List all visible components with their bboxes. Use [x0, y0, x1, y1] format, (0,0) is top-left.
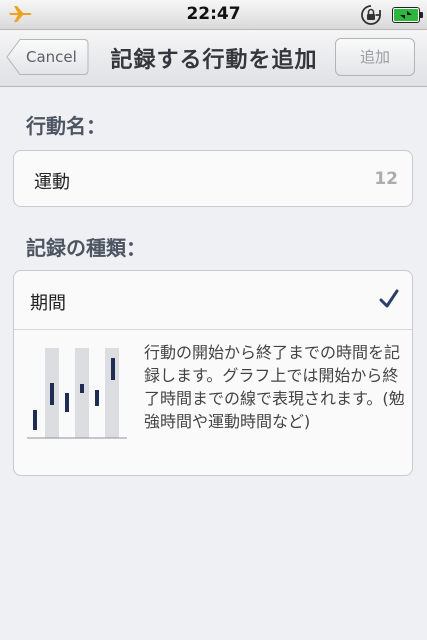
navigation-bar: Cancel 記録する行動を追加 追加	[0, 30, 427, 87]
cancel-label: Cancel	[26, 48, 77, 66]
record-type-description: 行動の開始から終了までの時間を記録します。グラフ上では開始から終了時間までの線で…	[144, 343, 405, 431]
battery-charging-icon	[392, 7, 423, 23]
status-bar: 22:47	[0, 0, 427, 30]
checkmark-icon	[379, 289, 399, 308]
action-name-field[interactable]: 運動 12	[13, 150, 413, 207]
record-type-value: 期間	[30, 293, 66, 314]
duration-graph-icon	[27, 348, 127, 439]
record-type-option[interactable]: 期間	[14, 271, 412, 330]
cancel-button[interactable]: Cancel	[6, 38, 89, 76]
record-type-card: 期間 行動の開始から終了までの時間を記録します。グラフ上では開始から終了時間まで…	[13, 270, 413, 476]
add-button[interactable]: 追加	[335, 38, 415, 76]
remaining-char-count: 12	[374, 169, 398, 189]
action-name-label: 行動名：	[26, 114, 106, 138]
rotation-lock-icon	[361, 5, 381, 25]
record-type-label: 記録の種類：	[26, 236, 146, 260]
page-title: 記録する行動を追加	[110, 48, 318, 73]
action-name-value: 運動	[34, 172, 70, 193]
